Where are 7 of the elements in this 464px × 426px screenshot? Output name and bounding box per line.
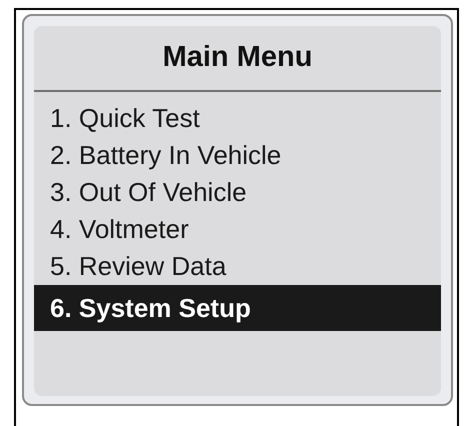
menu-item[interactable]: 6. System Setup <box>34 285 441 331</box>
menu-title: Main Menu <box>34 26 441 92</box>
menu-item[interactable]: 1. Quick Test <box>34 100 441 137</box>
menu-item[interactable]: 3. Out Of Vehicle <box>34 174 441 211</box>
menu-item[interactable]: 5. Review Data <box>34 248 441 285</box>
menu-item[interactable]: 2. Battery In Vehicle <box>34 137 441 174</box>
menu-item[interactable]: 4. Voltmeter <box>34 211 441 248</box>
